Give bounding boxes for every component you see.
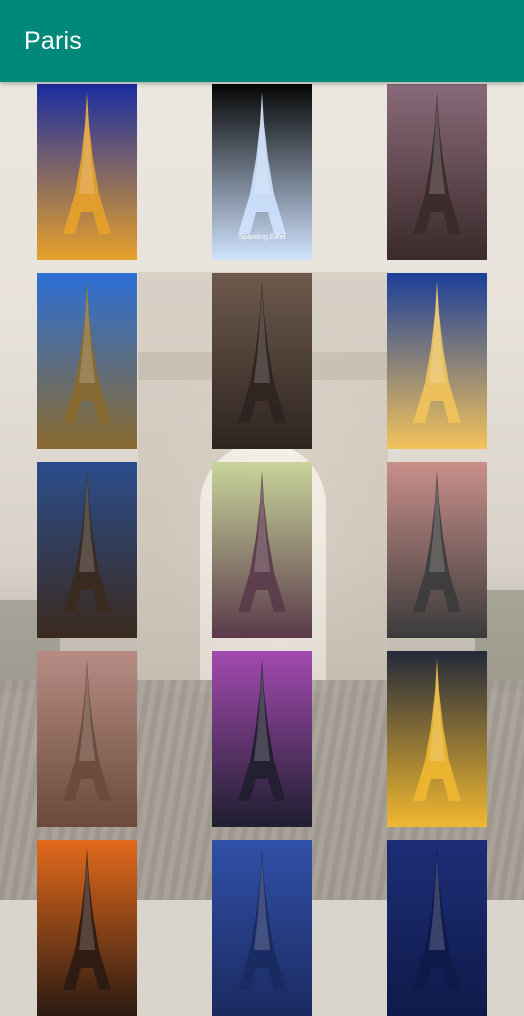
wallpaper-grid: Sparkling Eiffel <box>0 0 524 1016</box>
wallpaper-thumb[interactable] <box>212 651 312 827</box>
wallpaper-image <box>387 462 487 638</box>
app-title: Paris <box>24 27 82 55</box>
wallpaper-image <box>387 651 487 827</box>
wallpaper-image <box>387 840 487 1016</box>
wallpaper-thumb[interactable] <box>212 462 312 638</box>
app-bar: Paris <box>0 0 524 82</box>
wallpaper-thumb[interactable] <box>37 651 137 827</box>
wallpaper-image <box>387 273 487 449</box>
wallpaper-thumb[interactable] <box>212 840 312 1016</box>
wallpaper-thumb[interactable] <box>37 273 137 449</box>
wallpaper-image <box>37 651 137 827</box>
wallpaper-thumb[interactable] <box>212 273 312 449</box>
wallpaper-image <box>212 651 312 827</box>
wallpaper-thumb[interactable]: Sparkling Eiffel <box>212 84 312 260</box>
wallpaper-thumb[interactable] <box>37 84 137 260</box>
wallpaper-image <box>212 462 312 638</box>
wallpaper-thumb[interactable] <box>387 84 487 260</box>
wallpaper-image <box>212 840 312 1016</box>
wallpaper-image <box>37 840 137 1016</box>
wallpaper-thumb[interactable] <box>387 273 487 449</box>
wallpaper-thumb[interactable] <box>387 462 487 638</box>
wallpaper-caption: Sparkling Eiffel <box>238 234 286 241</box>
wallpaper-thumb[interactable] <box>37 840 137 1016</box>
wallpaper-image <box>387 84 487 260</box>
wallpaper-image <box>37 273 137 449</box>
wallpaper-image <box>212 273 312 449</box>
wallpaper-thumb[interactable] <box>37 462 137 638</box>
wallpaper-thumb[interactable] <box>387 840 487 1016</box>
wallpaper-image <box>37 462 137 638</box>
wallpaper-thumb[interactable] <box>387 651 487 827</box>
wallpaper-image <box>37 84 137 260</box>
